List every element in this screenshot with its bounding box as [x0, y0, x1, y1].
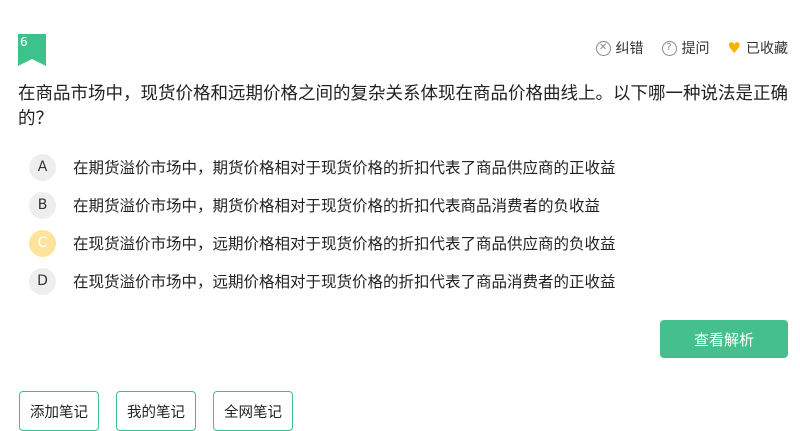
option-letter: D [29, 267, 56, 295]
option-b[interactable]: B 在期货溢价市场中，期货价格相对于现货价格的折扣代表商品消费者的负收益 [29, 186, 616, 224]
ask-question-label: 提问 [681, 41, 710, 57]
correct-error-label: 纠错 [615, 41, 644, 57]
heart-icon: ♥ [727, 38, 741, 57]
favorite-label: 已收藏 [746, 41, 788, 57]
question-circle-icon: ? [661, 40, 677, 56]
option-d[interactable]: D 在现货溢价市场中，远期价格相对于现货价格的折扣代表了商品消费者的正收益 [29, 262, 616, 300]
option-text: 在现货溢价市场中，远期价格相对于现货价格的折扣代表了商品消费者的正收益 [73, 273, 616, 291]
top-actions: ✕ 纠错 ? 提问 ♥ 已收藏 [595, 38, 788, 58]
add-note-button[interactable]: 添加笔记 [19, 391, 99, 431]
question-number-badge: 6 [18, 34, 46, 66]
option-c[interactable]: C 在现货溢价市场中，远期价格相对于现货价格的折扣代表了商品供应商的负收益 [29, 224, 616, 262]
option-text: 在期货溢价市场中，期货价格相对于现货价格的折扣代表了商品供应商的正收益 [73, 159, 616, 177]
question-text: 在商品市场中，现货价格和远期价格之间的复杂关系体现在商品价格曲线上。以下哪一种说… [18, 84, 788, 129]
options-list: A 在期货溢价市场中，期货价格相对于现货价格的折扣代表了商品供应商的正收益 B … [29, 148, 616, 300]
notes-bar: 添加笔记 我的笔记 全网笔记 [19, 391, 293, 431]
option-text: 在期货溢价市场中，期货价格相对于现货价格的折扣代表商品消费者的负收益 [73, 197, 601, 215]
option-a[interactable]: A 在期货溢价市场中，期货价格相对于现货价格的折扣代表了商品供应商的正收益 [29, 148, 616, 186]
option-letter: B [29, 191, 56, 219]
correct-error-button[interactable]: ✕ 纠错 [595, 38, 644, 58]
ask-question-button[interactable]: ? 提问 [661, 38, 710, 58]
favorite-button[interactable]: ♥ 已收藏 [728, 38, 788, 58]
close-circle-icon: ✕ [595, 40, 611, 56]
view-analysis-button[interactable]: 查看解析 [660, 320, 788, 358]
question-number: 6 [20, 35, 28, 49]
option-letter-selected: C [29, 229, 56, 257]
my-notes-button[interactable]: 我的笔记 [116, 391, 196, 431]
all-notes-button[interactable]: 全网笔记 [213, 391, 293, 431]
option-text: 在现货溢价市场中，远期价格相对于现货价格的折扣代表了商品供应商的负收益 [73, 235, 616, 253]
option-letter: A [29, 153, 56, 181]
